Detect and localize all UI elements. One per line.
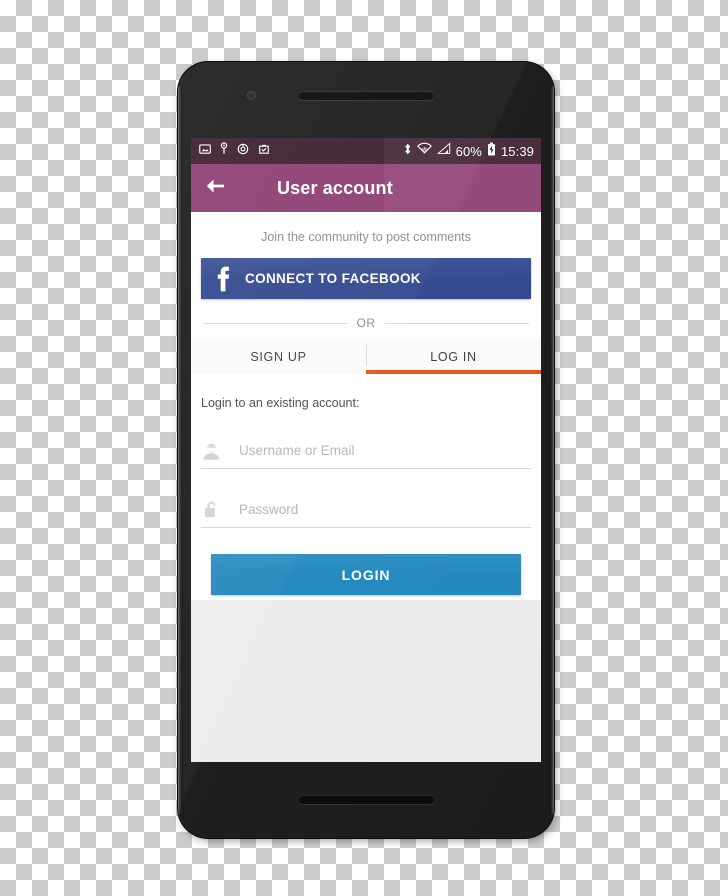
earpiece-speaker <box>298 91 434 100</box>
status-bar-right-icons: 60% 15:39 <box>403 142 534 161</box>
unlocked-padlock-icon <box>201 500 232 520</box>
account-panel: Join the community to post comments CONN… <box>191 212 541 600</box>
back-button[interactable] <box>191 164 239 212</box>
or-divider-text: OR <box>356 316 376 330</box>
login-form-heading: Login to an existing account: <box>201 396 360 410</box>
login-submit-label: LOGIN <box>341 566 391 583</box>
account-screen-content: Join the community to post comments CONN… <box>191 212 541 762</box>
status-bar: 60% 15:39 <box>191 138 541 164</box>
connect-to-facebook-label: CONNECT TO FACEBOOK <box>245 271 421 286</box>
password-input[interactable] <box>232 502 531 518</box>
or-divider-line-left <box>203 322 347 324</box>
front-camera <box>247 91 256 100</box>
app-update-icon <box>258 142 270 160</box>
screen-background-filler <box>191 598 541 762</box>
or-divider-line-right <box>385 322 529 324</box>
phone-screen: 60% 15:39 User account Join the communit… <box>191 138 541 762</box>
wifi-icon <box>416 142 432 160</box>
usb-debug-icon <box>220 142 228 160</box>
tab-sign-up[interactable]: SIGN UP <box>191 340 366 374</box>
status-bar-clock: 15:39 <box>500 143 534 159</box>
phone-right-edge <box>549 86 554 814</box>
battery-percent: 60% <box>455 143 482 159</box>
alarm-icon <box>237 142 249 160</box>
page-title: User account <box>277 177 393 198</box>
connect-to-facebook-button[interactable]: CONNECT TO FACEBOOK <box>201 258 531 299</box>
tab-sign-up-label: SIGN UP <box>250 350 307 364</box>
tab-log-in[interactable]: LOG IN <box>366 340 541 374</box>
tab-log-in-label: LOG IN <box>430 350 477 364</box>
join-community-text: Join the community to post comments <box>261 230 471 244</box>
bluetooth-icon <box>403 142 412 161</box>
username-field-row[interactable] <box>201 434 531 469</box>
status-bar-left-icons <box>199 142 270 160</box>
username-input[interactable] <box>232 443 531 459</box>
cellular-signal-icon <box>436 142 451 160</box>
tab-divider <box>366 343 367 366</box>
battery-charging-icon <box>487 142 496 161</box>
bottom-speaker <box>298 795 434 804</box>
auth-tabs: SIGN UP LOG IN <box>191 340 541 374</box>
password-field-row[interactable] <box>201 493 531 528</box>
facebook-f-icon <box>201 258 245 299</box>
login-form: Login to an existing account: Username o… <box>191 374 541 595</box>
app-bar: User account <box>191 164 541 212</box>
person-icon <box>201 442 232 461</box>
phone-left-edge <box>178 86 183 814</box>
screenshot-icon <box>199 142 211 160</box>
smartphone-device: 60% 15:39 User account Join the communit… <box>178 62 554 838</box>
login-submit-button[interactable]: LOGIN <box>211 554 521 595</box>
back-arrow-icon <box>204 177 226 200</box>
or-divider: OR <box>191 299 541 340</box>
